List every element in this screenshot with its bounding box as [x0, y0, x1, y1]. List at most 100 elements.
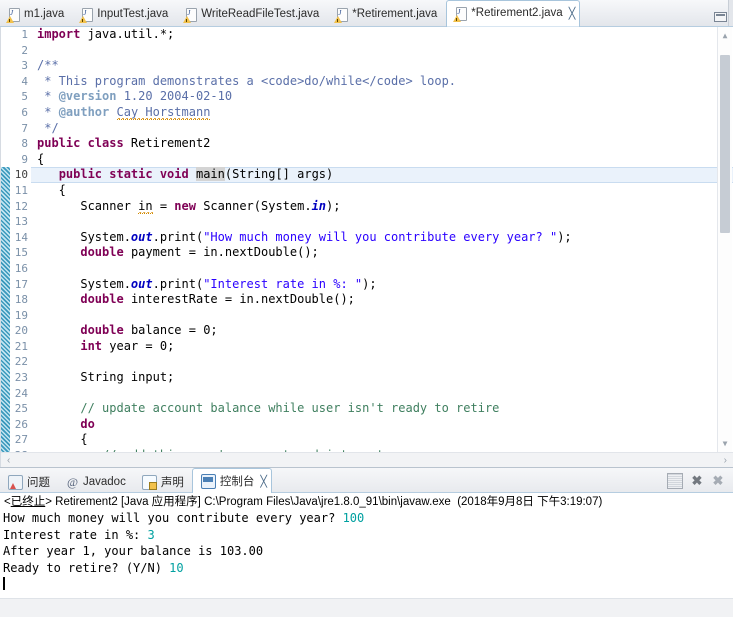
editor-horizontal-scrollbar[interactable]: ‹ ›: [1, 452, 733, 467]
javadoc-icon: @: [66, 474, 79, 489]
editor-tab-label: WriteReadFileTest.java: [201, 8, 320, 21]
editor-tab-label: m1.java: [24, 8, 65, 21]
code-line: * This program demonstrates a <code>do/w…: [37, 73, 457, 88]
editor-tab-retirement[interactable]: J *Retirement.java: [328, 4, 446, 26]
console-icon: [200, 473, 216, 489]
code-line: double payment = in.nextDouble();: [80, 245, 319, 260]
scroll-down-icon[interactable]: ▼: [720, 439, 730, 449]
line-number: 23: [14, 371, 28, 385]
line-number: 13: [14, 215, 28, 229]
line-number: 2: [21, 43, 28, 57]
line-number: 5: [21, 90, 28, 104]
java-file-warning-icon: J: [79, 8, 94, 23]
code-line: do: [80, 416, 95, 431]
editor-tab-retirement2[interactable]: J *Retirement2.java ╳: [446, 0, 581, 27]
line-number: 10: [14, 168, 28, 182]
java-file-warning-icon: J: [183, 8, 198, 23]
editor-tab-inputtest[interactable]: J InputTest.java: [73, 4, 177, 26]
code-line: public class Retirement2: [37, 136, 211, 151]
line-number: 6: [21, 105, 28, 119]
line-number: 18: [14, 293, 28, 307]
console-toolbar: ✖ ✖: [667, 473, 733, 492]
scroll-right-icon[interactable]: ›: [724, 455, 727, 466]
code-text-area[interactable]: import java.util.*; /** * This program d…: [31, 27, 733, 467]
editor-tab-label: *Retirement.java: [352, 8, 438, 21]
text-caret: [3, 577, 5, 590]
code-line-highlighted: public static void main(String[] args): [31, 167, 733, 183]
console-status-term: 已终止: [10, 496, 46, 508]
console-line: After year 1, your balance is 103.00: [2, 543, 733, 560]
line-number: 12: [14, 199, 28, 213]
code-line: // update account balance while user isn…: [80, 401, 500, 416]
editor-tab-label: InputTest.java: [97, 8, 169, 21]
editor-gutter[interactable]: 1 2 3 4 5 6 7 8 9 10 11 12 13 14 15 16 1…: [1, 27, 31, 467]
console-output[interactable]: <已终止> Retirement2 [Java 应用程序] C:\Program…: [0, 493, 733, 617]
close-icon[interactable]: ╳: [569, 8, 576, 20]
console-prompt-text: After year 1, your balance is 103.00: [3, 544, 264, 558]
tab-javadoc[interactable]: @ Javadoc: [58, 472, 134, 492]
panel-tab-bar: 问题 @ Javadoc 声明 控制台 ╳ ✖ ✖: [0, 468, 733, 493]
code-line: System.out.print("Interest rate in %: ")…: [37, 276, 377, 291]
console-prompt-text: Ready to retire? (Y/N): [3, 560, 170, 575]
java-file-warning-icon: J: [6, 8, 20, 23]
tab-declaration[interactable]: 声明: [134, 472, 192, 492]
console-launch-path: C:\Program Files\Java\jre1.8.0_91\bin\ja…: [204, 496, 451, 508]
declaration-icon: [141, 474, 157, 490]
tab-problems[interactable]: 问题: [0, 472, 58, 492]
console-launch-name: Retirement2: [55, 496, 118, 508]
line-number: 17: [14, 277, 28, 291]
minimize-icon[interactable]: [714, 12, 727, 22]
console-line: Ready to retire? (Y/N) 10: [2, 560, 733, 577]
panel-tab-label: 控制台: [219, 476, 255, 488]
line-number: 7: [21, 121, 28, 135]
code-line: /**: [37, 58, 59, 73]
line-number: 1: [21, 28, 28, 41]
line-number: 26: [14, 417, 28, 431]
line-number: 14: [14, 230, 28, 244]
editor-tab-writereadfiletest[interactable]: J WriteReadFileTest.java: [177, 4, 328, 26]
line-number: 27: [14, 433, 28, 447]
console-prompt-text: Interest rate in %:: [3, 527, 148, 542]
editor-tab-bar: J m1.java J InputTest.java J WriteReadFi…: [0, 0, 733, 27]
code-line: double interestRate = in.nextDouble();: [80, 292, 355, 307]
panel-tab-label: 声明: [160, 477, 184, 489]
clear-console-button[interactable]: [667, 473, 683, 489]
line-number: 24: [14, 386, 28, 400]
java-file-warning-icon: J: [453, 7, 468, 22]
line-number: 3: [21, 59, 28, 73]
close-icon[interactable]: ╳: [260, 475, 267, 488]
scroll-left-icon[interactable]: ‹: [7, 455, 10, 466]
console-user-input: 100: [342, 511, 365, 525]
editor-vertical-scrollbar[interactable]: ▲ ▼: [717, 27, 732, 453]
console-user-input: 10: [169, 560, 184, 575]
code-line: {: [37, 432, 88, 447]
problems-icon: [8, 474, 23, 490]
line-number: 19: [14, 308, 28, 322]
bottom-panel: 问题 @ Javadoc 声明 控制台 ╳ ✖ ✖ <已终止> Retireme…: [0, 467, 733, 617]
console-caret-line: [2, 576, 733, 593]
editor-vertical-scroll-thumb[interactable]: [720, 55, 730, 233]
tab-console[interactable]: 控制台 ╳: [191, 468, 272, 493]
line-number: 25: [14, 402, 28, 416]
line-number: 21: [14, 339, 28, 353]
remove-all-terminated-button[interactable]: ✖: [711, 474, 725, 488]
code-line: {: [37, 182, 66, 197]
panel-bottom-strip: [0, 598, 733, 617]
console-status-suffix: >: [45, 496, 52, 508]
panel-tab-label: Javadoc: [83, 476, 126, 488]
editor-tab-m1[interactable]: J m1.java: [0, 4, 73, 26]
line-number: 4: [21, 74, 28, 88]
console-user-input: 3: [147, 527, 155, 542]
console-launch-header: <已终止> Retirement2 [Java 应用程序] C:\Program…: [2, 495, 733, 510]
code-editor[interactable]: 1 2 3 4 5 6 7 8 9 10 11 12 13 14 15 16 1…: [0, 27, 733, 467]
scroll-up-icon[interactable]: ▲: [720, 31, 730, 41]
code-line: Scanner in = new Scanner(System.in);: [37, 198, 341, 214]
code-line: * @author Cay Horstmann: [37, 104, 211, 120]
terminate-button[interactable]: ✖: [690, 474, 704, 488]
code-line: int year = 0;: [80, 338, 175, 353]
